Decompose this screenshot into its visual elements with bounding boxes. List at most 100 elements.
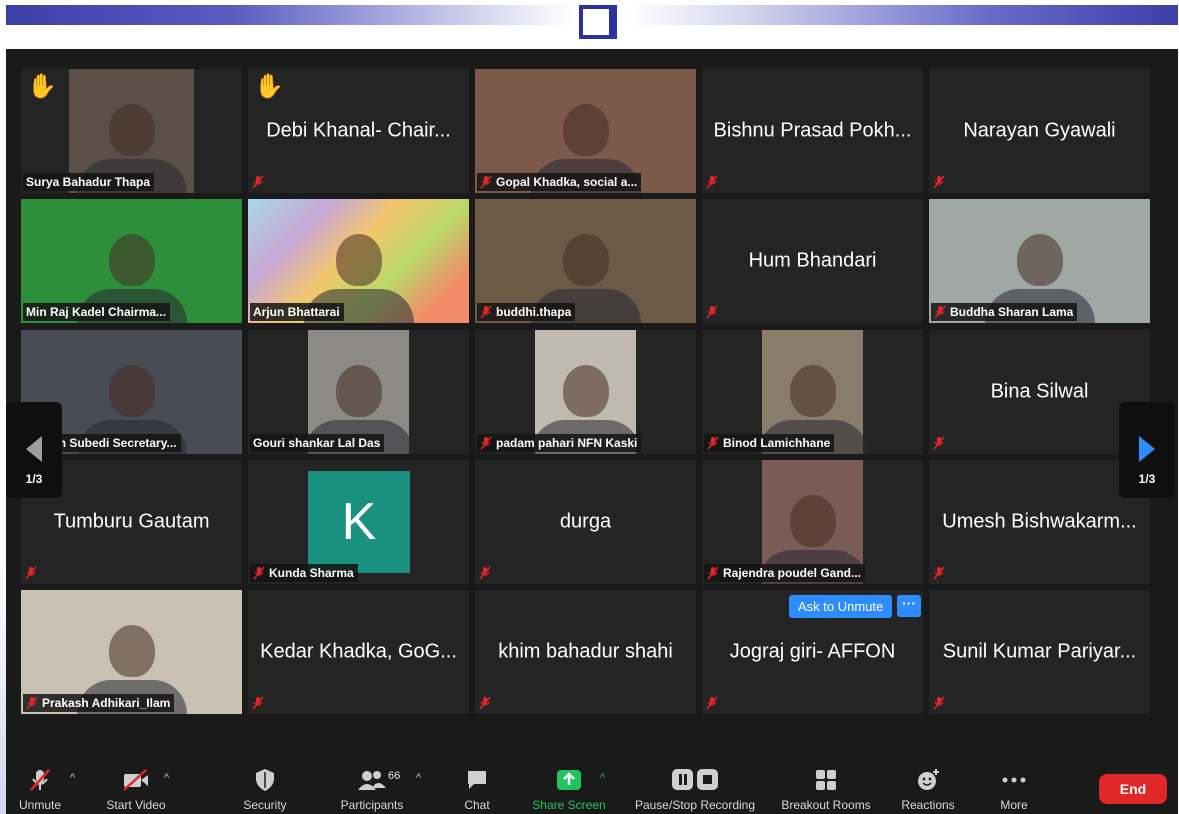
participant-tile[interactable]: K Kunda Sharma [248,460,469,584]
participant-name: Bina Silwal [990,380,1089,403]
audio-options-caret[interactable]: ^ [70,772,75,784]
muted-mic-icon [253,566,265,580]
person-silhouette [562,364,609,417]
participant-name: ..am Subedi Secretary... [42,436,177,450]
participant-tile[interactable]: Hum Bhandari [702,199,923,323]
unmute-button[interactable]: Unmute [14,766,66,812]
chat-button[interactable]: Chat [456,766,498,812]
participants-button[interactable]: 66 Participants [334,766,410,812]
participant-tile[interactable]: khim bahadur shahi [475,590,696,714]
more-button[interactable]: More [990,766,1038,812]
participant-tile[interactable]: Bina Silwal [929,330,1150,454]
share-options-caret[interactable]: ^ [600,772,605,784]
more-dots-icon [1002,777,1026,783]
person-silhouette [108,103,155,156]
breakout-rooms-icon [816,770,836,790]
person-silhouette [108,364,155,417]
participant-tile[interactable]: Bishnu Prasad Pokh... [702,69,923,193]
participant-name: Jograj giri- AFFON [729,640,896,663]
raised-hand-icon: ✋ [27,73,57,100]
person-silhouette [789,494,836,547]
participant-name: Narayan Gyawali [963,119,1116,142]
participant-name-tag: Gopal Khadka, social a... [477,173,642,191]
participant-tile[interactable]: Prakash Adhikari_Ilam [21,590,242,714]
video-options-caret[interactable]: ^ [164,772,169,784]
prev-page-button[interactable]: 1/3 [6,402,62,498]
meeting-toolbar: Unmute ^ Start Video ^ Security 66 Parti… [6,762,1178,814]
start-video-button[interactable]: Start Video [98,766,174,812]
participant-tile[interactable]: Binod Lamichhane [702,330,923,454]
muted-mic-indicator [252,696,264,710]
muted-mic-icon [707,436,719,450]
muted-mic-indicator [706,696,718,710]
muted-mic-indicator [252,175,264,189]
participant-name: Prakash Adhikari_Ilam [42,696,171,710]
participant-tile[interactable]: durga [475,460,696,584]
participant-tile[interactable]: Rajendra poudel Gand... [702,460,923,584]
participant-name: Kunda Sharma [269,566,354,580]
share-screen-icon [557,770,581,790]
top-bar-right-gradient [628,5,1178,25]
participant-tile[interactable]: Min Raj Kadel Chairma... [21,199,242,323]
chevron-left-icon [26,436,42,462]
participants-options-caret[interactable]: ^ [416,772,421,784]
muted-mic-icon [933,696,945,710]
participant-name: Arjun Bhattarai [253,305,340,319]
tile-more-options-button[interactable]: ··· [897,595,921,617]
muted-mic-icon [479,696,491,710]
participant-name: buddhi.thapa [496,305,572,319]
participant-name: Binod Lamichhane [723,436,831,450]
breakout-rooms-button[interactable]: Breakout Rooms [776,766,876,812]
participant-tile[interactable]: ✋ Surya Bahadur Thapa [21,69,242,193]
person-silhouette [335,233,382,286]
reactions-button[interactable]: Reactions [892,766,964,812]
participant-tile[interactable]: Gouri shankar Lal Das [248,330,469,454]
person-silhouette [562,233,609,286]
participant-tile[interactable]: Kedar Khadka, GoG... [248,590,469,714]
participant-name: Surya Bahadur Thapa [26,175,151,189]
person-silhouette [108,233,155,286]
participant-tile[interactable]: Narayan Gyawali [929,69,1150,193]
participants-count: 66 [388,770,401,782]
chevron-right-icon [1139,436,1155,462]
participant-tile[interactable]: Umesh Bishwakarm... [929,460,1150,584]
slide-square-decoration [579,5,617,39]
participant-name: Umesh Bishwakarm... [942,510,1137,533]
participant-name-tag: Buddha Sharan Lama [931,303,1078,321]
pause-stop-recording-button[interactable]: Pause/Stop Recording [628,766,762,812]
participant-name: Debi Khanal- Chair... [266,119,451,142]
participant-tile[interactable]: ✋ Debi Khanal- Chair... [248,69,469,193]
participant-name-tag: Kunda Sharma [250,564,358,582]
muted-mic-indicator [933,696,945,710]
participant-name: padam pahari NFN Kaski [496,436,638,450]
participant-tile[interactable]: padam pahari NFN Kaski [475,330,696,454]
security-button[interactable]: Security [234,766,296,812]
person-silhouette [789,364,836,417]
zoom-gallery-view: ✋ Surya Bahadur Thapa ✋ Debi Khanal- Chair.… [6,49,1178,762]
muted-mic-icon [706,696,718,710]
chat-icon [468,771,486,789]
muted-mic-icon [706,175,718,189]
muted-mic-indicator [706,305,718,319]
participant-tile[interactable]: Buddha Sharan Lama [929,199,1150,323]
muted-mic-indicator [706,175,718,189]
end-meeting-button[interactable]: End [1099,774,1167,804]
ask-to-unmute-button[interactable]: Ask to Unmute [789,595,893,618]
participants-icon [358,771,386,790]
muted-mic-icon [707,566,719,580]
muted-mic-icon [480,436,492,450]
page-indicator-left: 1/3 [25,472,43,486]
participant-tile[interactable]: Arjun Bhattarai [248,199,469,323]
muted-mic-indicator [933,436,945,450]
participant-name: Gopal Khadka, social a... [496,175,638,189]
participant-name-tag: buddhi.thapa [477,303,576,321]
participant-name-tag: Arjun Bhattarai [250,303,344,321]
muted-mic-icon [934,305,946,319]
participant-tile[interactable]: buddhi.thapa [475,199,696,323]
participant-tile[interactable]: Sunil Kumar Pariyar... [929,590,1150,714]
muted-mic-icon [933,436,945,450]
person-silhouette [1016,233,1063,286]
next-page-button[interactable]: 1/3 [1119,402,1175,498]
participant-name: Hum Bhandari [748,249,877,272]
participant-tile[interactable]: Gopal Khadka, social a... [475,69,696,193]
